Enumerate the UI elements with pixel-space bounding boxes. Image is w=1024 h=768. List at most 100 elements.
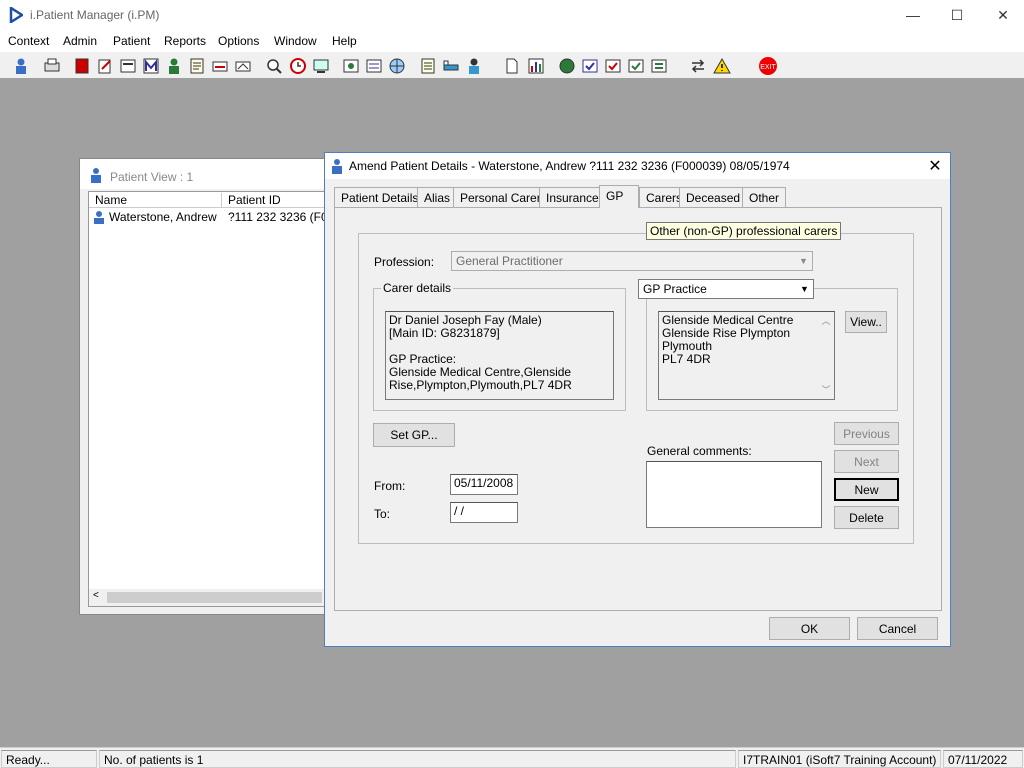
status-date: 07/11/2022: [943, 750, 1023, 768]
set-gp-button[interactable]: Set GP...: [373, 423, 455, 447]
notepad-icon: [190, 58, 204, 74]
patient-view-titlebar[interactable]: Patient View : 1: [80, 159, 328, 189]
tab-alias[interactable]: Alias: [417, 187, 458, 207]
patient-toolbar-button[interactable]: [10, 55, 32, 77]
view-toolbar-button[interactable]: [117, 55, 139, 77]
amend-patient-dialog: Amend Patient Details - Waterstone, Andr…: [324, 152, 951, 647]
clock-icon: [290, 58, 306, 74]
menu-reports[interactable]: Reports: [164, 34, 206, 48]
staff-toolbar-button[interactable]: [463, 55, 485, 77]
book-toolbar-button[interactable]: [71, 55, 93, 77]
carer-id-line: [Main ID: G8231879]: [389, 326, 500, 340]
tab-deceased[interactable]: Deceased: [679, 187, 748, 207]
letter-m-icon: [143, 58, 159, 74]
chevron-down-icon: ▼: [799, 256, 808, 266]
to-label: To:: [374, 507, 391, 521]
new-button[interactable]: New: [834, 478, 899, 501]
print-toolbar-button[interactable]: [41, 55, 63, 77]
menu-patient[interactable]: Patient: [113, 34, 150, 48]
swap-arrows-icon: [691, 59, 705, 73]
maximize-button[interactable]: ☐: [934, 0, 980, 30]
notes-toolbar-button[interactable]: [186, 55, 208, 77]
network-toolbar-button[interactable]: [556, 55, 578, 77]
from-date-field[interactable]: 05/11/2008: [450, 474, 518, 495]
status-ready: Ready...: [1, 750, 97, 768]
dialog-close-icon[interactable]: ✕: [920, 153, 950, 179]
address-vertical-scrollbar[interactable]: ︿ ﹀: [819, 313, 833, 398]
address-line: PL7 4DR: [662, 352, 711, 366]
general-comments-label: General comments:: [647, 444, 752, 458]
close-button[interactable]: ✕: [980, 0, 1024, 30]
table-row[interactable]: Waterstone, Andrew ?111 232 3236 (F00: [89, 209, 327, 225]
green-check-toolbar-button[interactable]: [625, 55, 647, 77]
globe-toolbar-button[interactable]: [386, 55, 408, 77]
person-icon: [169, 58, 179, 74]
check-toolbar-button[interactable]: [579, 55, 601, 77]
list-toolbar-button[interactable]: [417, 55, 439, 77]
menu-context[interactable]: Context: [8, 34, 49, 48]
scrollbar-thumb[interactable]: [107, 592, 322, 603]
screen-icon: [313, 59, 329, 73]
menu-help[interactable]: Help: [332, 34, 357, 48]
patient-view-icon: [91, 168, 101, 183]
dialog-title: Amend Patient Details - Waterstone, Andr…: [349, 159, 790, 173]
previous-button[interactable]: Previous: [834, 422, 899, 445]
person-toolbar-button[interactable]: [163, 55, 185, 77]
send-icon: [235, 61, 251, 72]
to-date-field[interactable]: / /: [450, 502, 518, 523]
search-icon: [267, 59, 282, 74]
scroll-down-icon[interactable]: ﹀: [819, 384, 833, 396]
swap-toolbar-button[interactable]: [687, 55, 709, 77]
m-toolbar-button[interactable]: [140, 55, 162, 77]
refresh-toolbar-button[interactable]: [648, 55, 670, 77]
clock-toolbar-button[interactable]: [287, 55, 309, 77]
horizontal-scrollbar[interactable]: <: [89, 589, 327, 606]
screen-toolbar-button[interactable]: [310, 55, 332, 77]
document-toolbar-button[interactable]: [501, 55, 523, 77]
patient-list[interactable]: Name Patient ID Waterstone, Andrew ?111 …: [88, 191, 328, 607]
column-header-name[interactable]: Name: [89, 193, 222, 208]
search-toolbar-button[interactable]: [263, 55, 285, 77]
column-header-patient-id[interactable]: Patient ID: [222, 193, 327, 208]
tab-gp[interactable]: GP: [599, 185, 639, 208]
bed-toolbar-button[interactable]: [440, 55, 462, 77]
general-comments-field[interactable]: [646, 461, 822, 528]
status-patient-count: No. of patients is 1: [99, 750, 736, 768]
delete-button[interactable]: Delete: [834, 506, 899, 529]
scroll-up-icon[interactable]: ︿: [819, 315, 833, 327]
tab-insurance[interactable]: Insurance: [539, 187, 606, 207]
exit-toolbar-button[interactable]: EXIT: [757, 55, 779, 77]
practice-select[interactable]: GP Practice ▼: [638, 279, 814, 299]
warning-toolbar-button[interactable]: [711, 55, 733, 77]
view-button[interactable]: View..: [845, 311, 887, 333]
profession-label: Profession:: [374, 255, 435, 269]
send-toolbar-button[interactable]: [232, 55, 254, 77]
menu-window[interactable]: Window: [274, 34, 317, 48]
tab-other[interactable]: Other: [742, 187, 787, 207]
tab-patient-details[interactable]: Patient Details: [334, 187, 426, 207]
chevron-down-icon: ▼: [800, 284, 809, 294]
carer-details-label: Carer details: [381, 281, 454, 295]
photo-toolbar-button[interactable]: [340, 55, 362, 77]
scroll-left-icon[interactable]: <: [93, 590, 99, 601]
globe-icon: [389, 58, 405, 74]
menu-options[interactable]: Options: [218, 34, 259, 48]
edit-toolbar-button[interactable]: [94, 55, 116, 77]
dialog-titlebar[interactable]: Amend Patient Details - Waterstone, Andr…: [325, 153, 950, 179]
approve-icon: [605, 59, 621, 73]
app-logo-icon: [9, 7, 23, 23]
minimize-button[interactable]: —: [890, 0, 936, 30]
edit-document-icon: [98, 59, 111, 74]
menu-admin[interactable]: Admin: [63, 34, 97, 48]
transfer-toolbar-button[interactable]: [209, 55, 231, 77]
patient-row-icon: [94, 211, 104, 224]
next-button[interactable]: Next: [834, 450, 899, 473]
check2-toolbar-button[interactable]: [602, 55, 624, 77]
bar-chart-icon: [528, 58, 544, 74]
form-toolbar-button[interactable]: [363, 55, 385, 77]
patient-view-window: Patient View : 1 Name Patient ID Waterst…: [79, 158, 329, 615]
ok-button[interactable]: OK: [769, 617, 850, 640]
cancel-button[interactable]: Cancel: [857, 617, 938, 640]
chart-toolbar-button[interactable]: [525, 55, 547, 77]
practice-select-value: GP Practice: [643, 282, 707, 296]
